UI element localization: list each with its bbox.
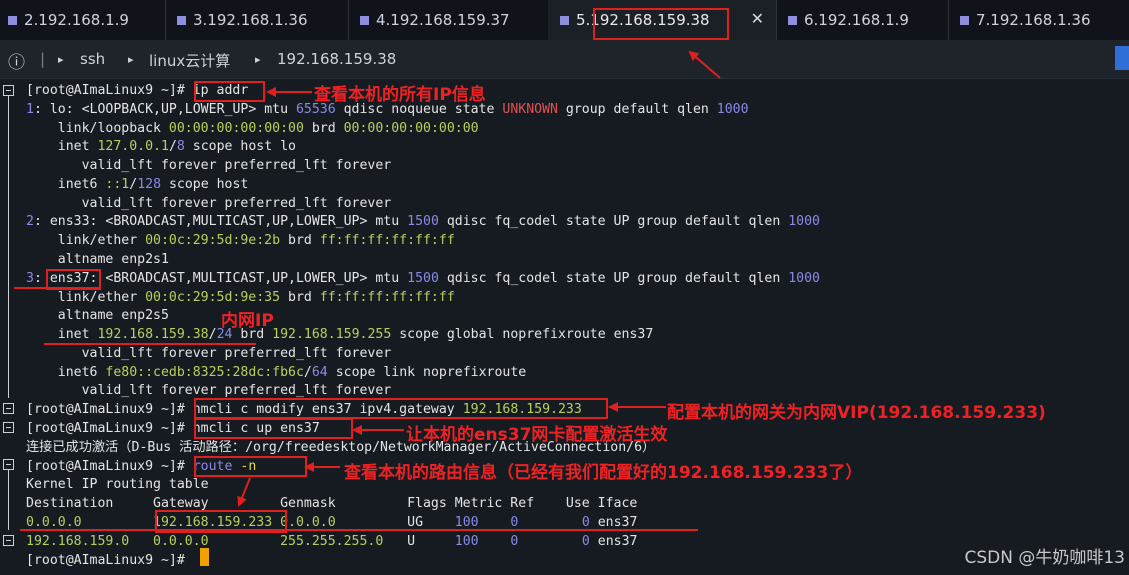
annotation-route: 查看本机的路由信息（已经有我们配置好的192.168.159.233了） xyxy=(344,463,863,483)
annotation-arrows xyxy=(237,50,721,507)
annotation-activate: 让本机的ens37网卡配置激活生效 xyxy=(406,425,668,445)
terminal-cursor xyxy=(200,548,209,566)
watermark: CSDN @牛奶咖啡13 xyxy=(964,548,1125,568)
annotation-gateway: 配置本机的网关为内网VIP(192.168.159.233) xyxy=(667,403,1046,423)
annotation-ip-addr: 查看本机的所有IP信息 xyxy=(314,85,486,105)
annotation-inner-ip: 内网IP xyxy=(221,311,274,331)
